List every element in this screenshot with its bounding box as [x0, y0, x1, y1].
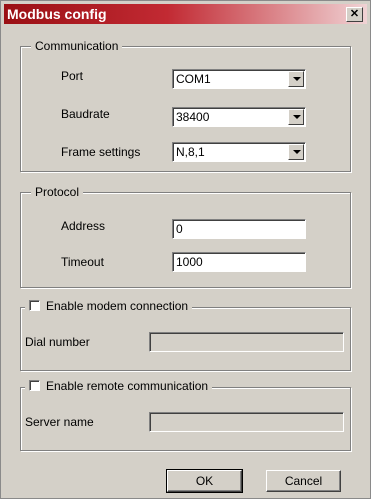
protocol-legend: Protocol: [31, 185, 84, 199]
close-button[interactable]: ✕: [346, 7, 363, 22]
port-value: COM1: [176, 72, 211, 86]
address-value: 0: [176, 222, 183, 236]
enable-remote-label[interactable]: Enable remote communication: [46, 379, 208, 393]
address-label: Address: [61, 219, 106, 233]
baudrate-value: 38400: [176, 110, 210, 124]
server-name-input[interactable]: [149, 412, 344, 432]
cancel-button[interactable]: Cancel: [266, 470, 341, 492]
close-icon: ✕: [349, 8, 360, 20]
timeout-input[interactable]: 1000: [172, 252, 306, 272]
modem-legend: Enable modem connection: [25, 299, 193, 313]
enable-remote-checkbox[interactable]: [29, 380, 40, 391]
title-bar[interactable]: Modbus config ✕: [4, 4, 367, 24]
dial-number-label: Dial number: [25, 335, 90, 349]
modbus-config-dialog: Modbus config ✕ Communication Port COM1 …: [0, 0, 371, 499]
baudrate-select[interactable]: 38400: [172, 107, 306, 127]
port-select[interactable]: COM1: [172, 69, 306, 89]
port-label: Port: [61, 69, 84, 83]
baudrate-label: Baudrate: [61, 107, 110, 121]
chevron-down-icon[interactable]: [288, 71, 304, 87]
frame-settings-label: Frame settings: [61, 145, 141, 159]
modem-group: Enable modem connection Dial number: [20, 299, 351, 371]
timeout-label: Timeout: [61, 255, 104, 269]
chevron-down-icon[interactable]: [288, 109, 304, 125]
protocol-group: Protocol Address 0 Timeout 1000: [20, 185, 351, 288]
timeout-value: 1000: [176, 255, 203, 269]
enable-modem-checkbox[interactable]: [29, 300, 40, 311]
chevron-down-icon[interactable]: [288, 144, 304, 160]
window-title: Modbus config: [7, 6, 107, 22]
frame-settings-value: N,8,1: [176, 145, 205, 159]
address-input[interactable]: 0: [172, 219, 306, 239]
dial-number-input[interactable]: [149, 332, 344, 352]
enable-modem-label[interactable]: Enable modem connection: [46, 299, 188, 313]
frame-settings-select[interactable]: N,8,1: [172, 142, 306, 162]
remote-legend: Enable remote communication: [25, 379, 213, 393]
server-name-label: Server name: [25, 415, 94, 429]
remote-group: Enable remote communication Server name: [20, 379, 351, 451]
communication-group: Communication Port COM1 Baudrate 38400 F…: [20, 39, 351, 172]
ok-button[interactable]: OK: [166, 469, 243, 493]
communication-legend: Communication: [31, 39, 123, 53]
